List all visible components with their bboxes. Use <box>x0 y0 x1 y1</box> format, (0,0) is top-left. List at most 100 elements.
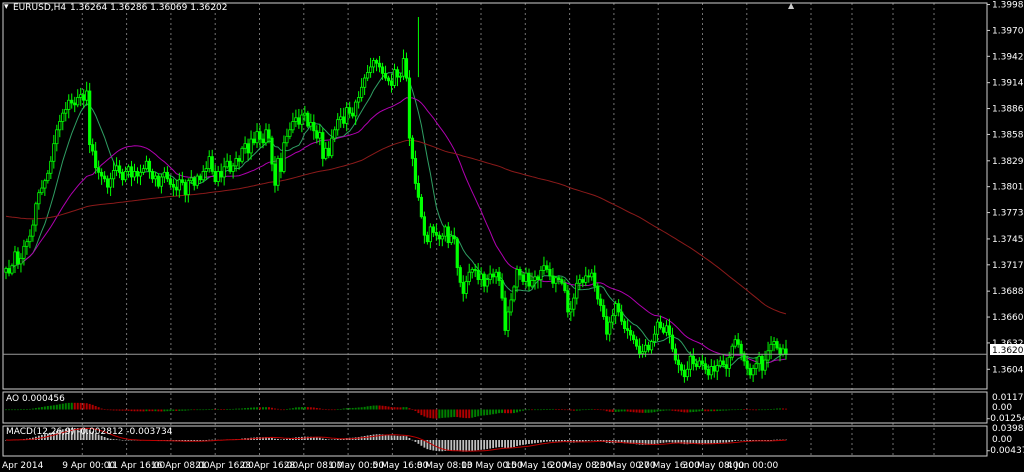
ao-bar <box>477 409 480 417</box>
candle-body <box>676 359 681 366</box>
ao-bar <box>169 409 172 412</box>
candle-body <box>237 158 241 162</box>
ao-bar <box>510 409 513 414</box>
candle-body <box>500 280 504 299</box>
candle-body <box>49 160 53 174</box>
ao-bar <box>438 409 441 419</box>
candle-body <box>91 144 95 152</box>
ao-bar <box>244 408 247 410</box>
macd-bar <box>662 440 665 443</box>
ao-bar <box>533 409 536 411</box>
ao-bar <box>142 409 145 412</box>
ao-bar <box>25 408 28 410</box>
ao-bar <box>689 409 692 413</box>
candle-body <box>634 339 639 347</box>
ao-bar <box>513 409 516 414</box>
candle-body <box>775 341 779 349</box>
candle-body <box>685 368 689 378</box>
macd-bar <box>492 440 495 449</box>
price-tick-label: 1.37735 <box>992 209 1024 219</box>
candle-body <box>150 171 155 180</box>
candle-body <box>67 99 71 110</box>
candle-body <box>440 235 444 240</box>
chart-canvas: 1.39985 1.39705 1.39425 1.39140 1.38860 1.385… <box>2 1 1024 471</box>
candle-body <box>524 272 528 282</box>
macd-bar <box>698 440 701 444</box>
candle-body <box>521 274 525 282</box>
ao-bar <box>276 408 279 410</box>
macd-bar <box>330 439 333 440</box>
ao-bar <box>259 407 262 410</box>
macd-bar <box>722 440 725 443</box>
macd-bar <box>375 434 378 440</box>
candle-body <box>476 269 480 280</box>
candle-body <box>700 360 704 365</box>
macd-bar <box>534 440 536 444</box>
ao-bar <box>193 409 196 411</box>
axes: 1.39985 1.39705 1.39425 1.39140 1.38860 1.385… <box>2 1 1024 471</box>
candle-body <box>282 142 286 172</box>
candle-body <box>545 265 549 270</box>
macd-bar <box>321 438 324 440</box>
macd-bar <box>525 440 527 445</box>
macd-bar <box>202 440 205 441</box>
candle-body <box>590 272 594 278</box>
ao-bar <box>321 408 324 410</box>
candle-body <box>55 129 59 145</box>
candle-body <box>760 355 764 371</box>
ao-bar <box>279 409 282 411</box>
ao-bar <box>163 409 166 412</box>
ao-bar <box>617 409 620 412</box>
macd-bar <box>584 440 587 442</box>
ao-bar <box>492 409 495 415</box>
ao-bar <box>70 402 73 410</box>
candle-body <box>216 171 220 182</box>
candle-body <box>249 138 253 154</box>
candle-body <box>539 269 543 280</box>
candle-body <box>64 109 68 114</box>
ao-bar <box>566 409 569 411</box>
candle-body <box>727 356 731 369</box>
candle-body <box>449 235 453 244</box>
ao-bar <box>76 402 79 410</box>
ao-bar <box>265 407 267 410</box>
macd-bar <box>549 440 551 442</box>
candle-body <box>425 234 429 243</box>
candle-body <box>392 69 397 86</box>
candle-body <box>748 367 752 376</box>
ao-bar <box>282 409 285 411</box>
candle-body <box>422 216 426 236</box>
candle-body <box>198 175 202 181</box>
ao-bar <box>366 406 369 410</box>
candle-body <box>126 166 131 172</box>
macd-bar <box>372 434 375 440</box>
candle-body <box>336 119 340 131</box>
macd-bar <box>277 438 279 440</box>
ao-bar <box>145 409 148 412</box>
candle-body <box>162 171 166 178</box>
candle-body <box>144 160 149 170</box>
ao-bar <box>312 407 315 410</box>
candle-body <box>736 339 740 345</box>
shift-marker-icon[interactable]: ▲ <box>788 1 795 10</box>
ao-bar <box>375 405 378 410</box>
macd-bar <box>417 440 420 444</box>
candle-body <box>781 348 785 355</box>
candle-body <box>655 321 660 335</box>
price-tick-label: 1.39705 <box>992 26 1024 36</box>
ao-bar <box>420 409 423 416</box>
candle-body <box>354 101 358 117</box>
candle-body <box>494 271 498 278</box>
ao-bar <box>447 409 450 418</box>
ao-bar <box>133 409 136 412</box>
price-tick-label: 1.38295 <box>992 157 1024 167</box>
ao-bar <box>671 409 674 411</box>
candle-body <box>596 285 600 300</box>
macd-bar <box>429 440 432 450</box>
ao-bar <box>554 408 557 410</box>
collapse-arrow-icon[interactable]: ▾ <box>4 2 9 12</box>
candle-body <box>464 281 468 294</box>
ao-bar <box>357 407 360 410</box>
ao-bar <box>103 409 106 410</box>
macd-bar <box>773 439 775 441</box>
